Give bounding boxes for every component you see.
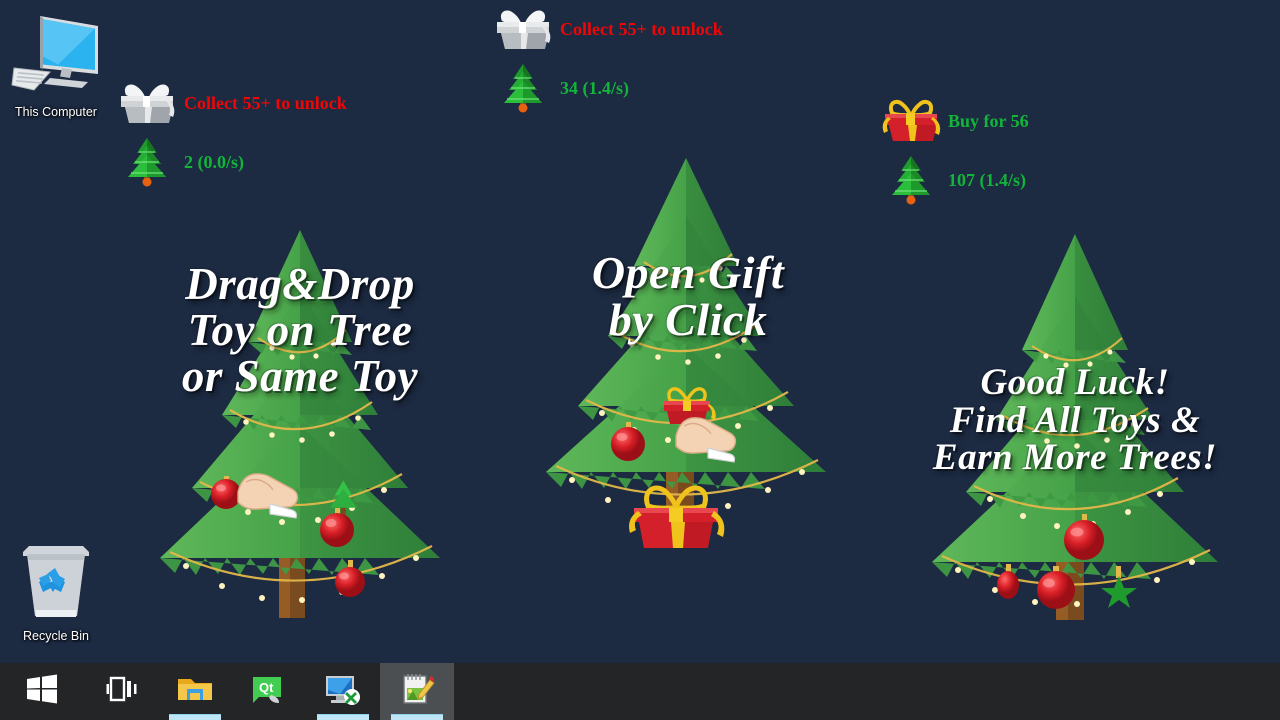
upgrade-count-label: 2 (0.0/s)	[184, 151, 244, 172]
desktop-icon-label: This Computer	[15, 105, 97, 119]
upgrade-status-label: Buy for 56	[948, 110, 1029, 131]
upgrade-status-label: Collect 55+ to unlock	[560, 18, 723, 39]
monitor-icon	[4, 12, 108, 103]
taskbar-open-indicator	[317, 714, 369, 720]
folder-icon	[176, 673, 214, 710]
christmas-tree-small-icon	[110, 136, 184, 188]
taskbar-start-button[interactable]	[0, 663, 84, 720]
taskbar-open-indicator	[169, 714, 221, 720]
christmas-tree-right[interactable]: Good Luck! Find All Toys & Earn More Tre…	[890, 222, 1260, 627]
christmas-tree-left[interactable]: Drag&Drop Toy on Tree or Same Toy	[120, 220, 480, 625]
christmas-tree-center[interactable]: Open Gift by Click	[508, 150, 868, 565]
desktop-icon-recycle-bin[interactable]: Recycle Bin	[4, 530, 108, 644]
gift-box-gray-icon[interactable]	[110, 78, 184, 128]
upgrade-count-row: 34 (1.4/s)	[486, 62, 723, 114]
upgrade-count-label: 34 (1.4/s)	[560, 77, 629, 98]
taskbar-open-indicator	[391, 714, 443, 720]
upgrade-status-label: Collect 55+ to unlock	[184, 92, 347, 113]
upgrade-count-row: 2 (0.0/s)	[110, 136, 347, 188]
task-view-icon	[105, 674, 137, 709]
taskbar-task-view-button[interactable]	[84, 663, 158, 720]
desktop-icon-label: Recycle Bin	[23, 629, 89, 643]
tree-graphic[interactable]	[890, 222, 1260, 622]
upgrade-count-label: 107 (1.4/s)	[948, 169, 1026, 190]
upgrade-status-row[interactable]: Collect 55+ to unlock	[110, 78, 347, 128]
taskbar-remote-desktop-button[interactable]	[306, 663, 380, 720]
desktop: This Computer Recycle Bin Collect 55+ to…	[0, 0, 1280, 720]
taskbar: Qt	[0, 663, 1280, 720]
recycle-bin-icon	[4, 530, 108, 627]
upgrade-status-row[interactable]: Collect 55+ to unlock	[486, 4, 723, 54]
taskbar-qt-creator-button[interactable]: Qt	[232, 663, 306, 720]
gift-box-gray-icon[interactable]	[486, 4, 560, 54]
christmas-tree-small-icon	[874, 154, 948, 206]
svg-text:Qt: Qt	[259, 680, 274, 695]
gift-box-red-icon[interactable]	[874, 96, 948, 146]
desktop-icon-this-computer[interactable]: This Computer	[4, 12, 108, 120]
christmas-tree-small-icon	[486, 62, 560, 114]
tree-graphic[interactable]	[508, 150, 868, 560]
tree-graphic[interactable]	[120, 220, 480, 620]
remote-desktop-icon	[324, 673, 362, 710]
upgrade-slot-left[interactable]: Collect 55+ to unlock 2 (0.0/s)	[110, 78, 347, 188]
taskbar-file-explorer-button[interactable]	[158, 663, 232, 720]
upgrade-status-row[interactable]: Buy for 56	[874, 96, 1029, 146]
upgrade-slot-center[interactable]: Collect 55+ to unlock 34 (1.4/s)	[486, 4, 723, 114]
qt-logo-icon: Qt	[251, 673, 287, 710]
taskbar-notepad-editor-button[interactable]	[380, 663, 454, 720]
upgrade-slot-right[interactable]: Buy for 56 107 (1.4/s)	[874, 96, 1029, 206]
notepad-edit-icon	[399, 672, 435, 711]
windows-logo-icon	[25, 672, 59, 711]
upgrade-count-row: 107 (1.4/s)	[874, 154, 1029, 206]
